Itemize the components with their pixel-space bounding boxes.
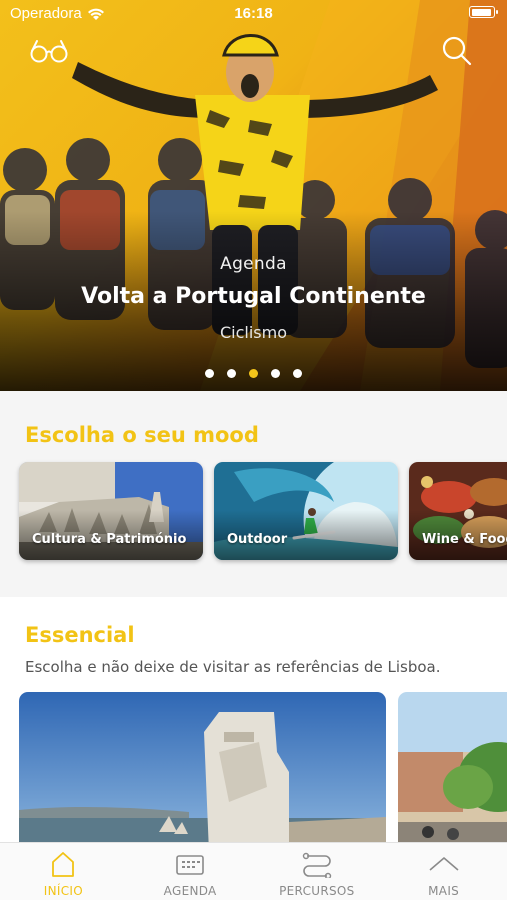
tab-mais[interactable]: MAIS <box>380 843 507 900</box>
tab-inicio[interactable]: INÍCIO <box>0 843 127 900</box>
status-bar: Operadora 16:18 <box>0 0 507 30</box>
essential-section: Essencial Escolha e não deixe de visitar… <box>0 597 507 842</box>
carousel-dot[interactable] <box>271 369 280 378</box>
calendar-icon <box>176 855 204 875</box>
tab-agenda[interactable]: AGENDA <box>127 843 254 900</box>
route-icon <box>302 852 332 878</box>
carousel-dot[interactable] <box>293 369 302 378</box>
carousel-dot[interactable] <box>227 369 236 378</box>
tab-label: MAIS <box>428 884 460 898</box>
search-button[interactable] <box>437 34 477 68</box>
tab-label: PERCURSOS <box>279 884 355 898</box>
more-icon <box>429 857 459 871</box>
monument-photo <box>19 692 386 842</box>
mood-card-wine-food[interactable]: Wine & Food <box>409 462 507 560</box>
mood-section: Escolha o seu mood Cultura & Património … <box>0 391 507 597</box>
hero-banner[interactable]: Operadora 16:18 Agenda Volta a Portugal … <box>0 0 507 391</box>
essential-title: Essencial <box>25 623 135 647</box>
mood-card-outdoor[interactable]: Outdoor <box>214 462 398 560</box>
mood-card-label: Outdoor <box>227 532 288 547</box>
carousel-dot-active[interactable] <box>249 369 258 378</box>
carousel-dot[interactable] <box>205 369 214 378</box>
mood-card-label: Wine & Food <box>422 532 507 547</box>
hero-title[interactable]: Volta a Portugal Continente <box>0 284 507 309</box>
tab-bar: INÍCIO AGENDA PERCURSOS MAIS <box>0 842 507 900</box>
tab-percursos[interactable]: PERCURSOS <box>254 843 381 900</box>
essential-card-monument[interactable] <box>19 692 386 842</box>
glasses-icon <box>30 40 68 63</box>
mood-card-label: Cultura & Património <box>32 532 187 547</box>
street-photo <box>398 692 507 842</box>
tab-label: INÍCIO <box>43 884 83 898</box>
status-time: 16:18 <box>234 5 273 22</box>
glasses-button[interactable] <box>29 34 69 68</box>
search-icon <box>442 36 472 66</box>
tab-label: AGENDA <box>163 884 217 898</box>
hero-category: Agenda <box>220 254 287 274</box>
mood-card-cultura[interactable]: Cultura & Património <box>19 462 203 560</box>
essential-card-street[interactable] <box>398 692 507 842</box>
carousel-pagination[interactable] <box>0 369 507 378</box>
mood-title: Escolha o seu mood <box>25 423 259 447</box>
home-icon <box>52 852 75 877</box>
hero-subtitle: Ciclismo <box>219 323 287 342</box>
essential-description: Escolha e não deixe de visitar as referê… <box>25 658 441 676</box>
battery-icon <box>469 6 498 18</box>
